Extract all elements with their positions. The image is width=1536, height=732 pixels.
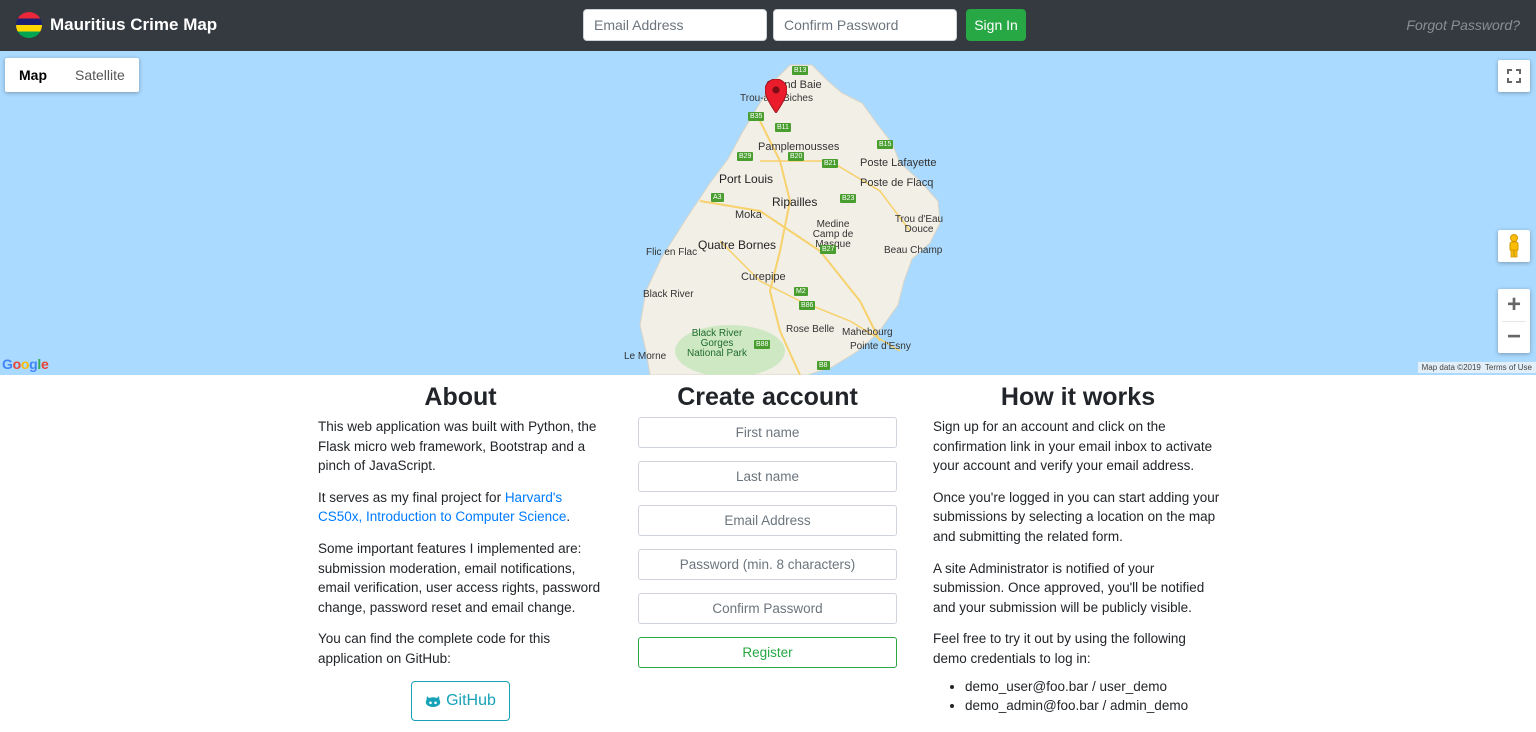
place-curepipe: Curepipe — [741, 271, 786, 283]
map-type-map-button[interactable]: Map — [5, 58, 61, 92]
place-port-louis: Port Louis — [719, 172, 774, 186]
road-marker: B8 — [817, 361, 830, 370]
road-marker: B29 — [737, 152, 754, 161]
forgot-password-link[interactable]: Forgot Password? — [1406, 17, 1520, 33]
about-project-prefix: It serves as my final project for — [318, 489, 505, 505]
place-moka: Moka — [735, 209, 762, 221]
place-ripailles: Ripailles — [772, 195, 818, 209]
brand-title: Mauritius Crime Map — [50, 15, 218, 34]
road-marker: B13 — [792, 66, 809, 75]
map[interactable]: Grand Baie Trou-aux-Biches Pamplemousses… — [0, 51, 1536, 375]
about-heading: About — [424, 383, 497, 411]
road-marker: B15 — [877, 140, 894, 149]
map-marker-icon[interactable] — [764, 78, 788, 118]
register-button[interactable]: Register — [638, 637, 897, 668]
pegman-icon — [1509, 234, 1519, 258]
register-password-input[interactable] — [638, 549, 897, 580]
place-mahebourg: Mahebourg — [842, 327, 893, 338]
fullscreen-icon — [1507, 69, 1521, 83]
how-paragraph-moderation: A site Administrator is notified of your… — [933, 560, 1205, 615]
github-icon — [425, 695, 441, 707]
road-marker: B35 — [748, 112, 765, 121]
place-black-river: Black River — [643, 289, 694, 300]
place-beau-champ: Beau Champ — [884, 245, 943, 256]
road-marker: B23 — [840, 194, 857, 203]
place-gorges: Black River Gorges National Park — [686, 328, 748, 359]
list-item: demo_user@foo.bar / user_demo — [965, 677, 1223, 697]
how-it-works-section: How it works Sign up for an account and … — [933, 375, 1223, 716]
road-marker: B86 — [799, 301, 816, 310]
street-view-pegman-button[interactable] — [1498, 230, 1530, 262]
map-type-control: Map Satellite — [5, 58, 139, 92]
demo-credentials-list: demo_user@foo.bar / user_demo demo_admin… — [965, 677, 1223, 716]
road-marker: B88 — [754, 340, 771, 349]
place-quatre-bornes: Quatre Bornes — [698, 238, 777, 252]
road-marker: A3 — [711, 193, 724, 202]
list-item: demo_admin@foo.bar / admin_demo — [965, 696, 1223, 716]
road-marker: B27 — [820, 245, 837, 254]
how-paragraph-signup: Sign up for an account and click on the … — [933, 419, 1213, 474]
about-project-suffix: . — [566, 509, 571, 525]
map-data-label: Map data ©2019 — [1421, 363, 1481, 372]
road-marker: B11 — [775, 123, 791, 132]
about-paragraph-project: It serves as my final project for Harvar… — [318, 488, 603, 527]
zoom-in-button[interactable]: + — [1498, 289, 1530, 321]
register-confirm-password-input[interactable] — [638, 593, 897, 624]
map-type-satellite-button[interactable]: Satellite — [61, 58, 139, 92]
how-paragraph-demo: Feel free to try it out by using the fol… — [933, 631, 1186, 666]
place-le-morne: Le Morne — [624, 351, 667, 362]
how-paragraph-submissions: Once you're logged in you can start addi… — [933, 489, 1220, 544]
last-name-input[interactable] — [638, 461, 897, 492]
github-button[interactable]: GitHub — [411, 680, 510, 721]
place-pointe-desny: Pointe d'Esny — [850, 341, 911, 352]
sign-in-button[interactable]: Sign In — [966, 9, 1026, 41]
brand[interactable]: Mauritius Crime Map — [16, 12, 217, 38]
place-flic-en-flac: Flic en Flac — [646, 247, 698, 258]
zoom-out-button[interactable]: − — [1498, 321, 1530, 353]
register-email-input[interactable] — [638, 505, 897, 536]
about-section: About This web application was built wit… — [318, 375, 603, 721]
zoom-control: + − — [1498, 289, 1530, 353]
road-marker: M2 — [794, 287, 808, 296]
place-poste-de-flacq: Poste de Flacq — [860, 177, 934, 189]
create-account-heading: Create account — [677, 383, 858, 411]
google-logo[interactable]: Google — [2, 356, 49, 372]
place-trou-deau-douce: Trou d'Eau Douce — [894, 214, 944, 235]
road-marker: B21 — [822, 159, 839, 168]
about-github-paragraph: You can find the complete code for this … — [318, 631, 551, 666]
road-marker: B20 — [788, 152, 805, 161]
about-features-paragraph: Some important features I implemented ar… — [318, 540, 601, 615]
login-password-input[interactable] — [773, 9, 957, 41]
login-email-input[interactable] — [583, 9, 767, 41]
first-name-input[interactable] — [638, 417, 897, 448]
place-rose-belle: Rose Belle — [786, 324, 835, 335]
terms-of-use-link[interactable]: Terms of Use — [1485, 363, 1532, 372]
mauritius-flag-icon — [16, 12, 42, 38]
fullscreen-button[interactable] — [1498, 60, 1530, 92]
zoom-divider — [1502, 321, 1526, 322]
map-attribution: Map data ©2019 Terms of Use — [1417, 362, 1536, 373]
navbar: Mauritius Crime Map Sign In Forgot Passw… — [0, 0, 1536, 51]
how-it-works-heading: How it works — [1000, 383, 1156, 411]
github-button-label: GitHub — [446, 691, 496, 709]
github-button-wrap: GitHub — [318, 680, 603, 721]
create-account-section: Create account Register — [638, 375, 897, 668]
about-paragraph: This web application was built with Pyth… — [318, 419, 597, 474]
place-poste-lafayette: Poste Lafayette — [860, 157, 937, 169]
